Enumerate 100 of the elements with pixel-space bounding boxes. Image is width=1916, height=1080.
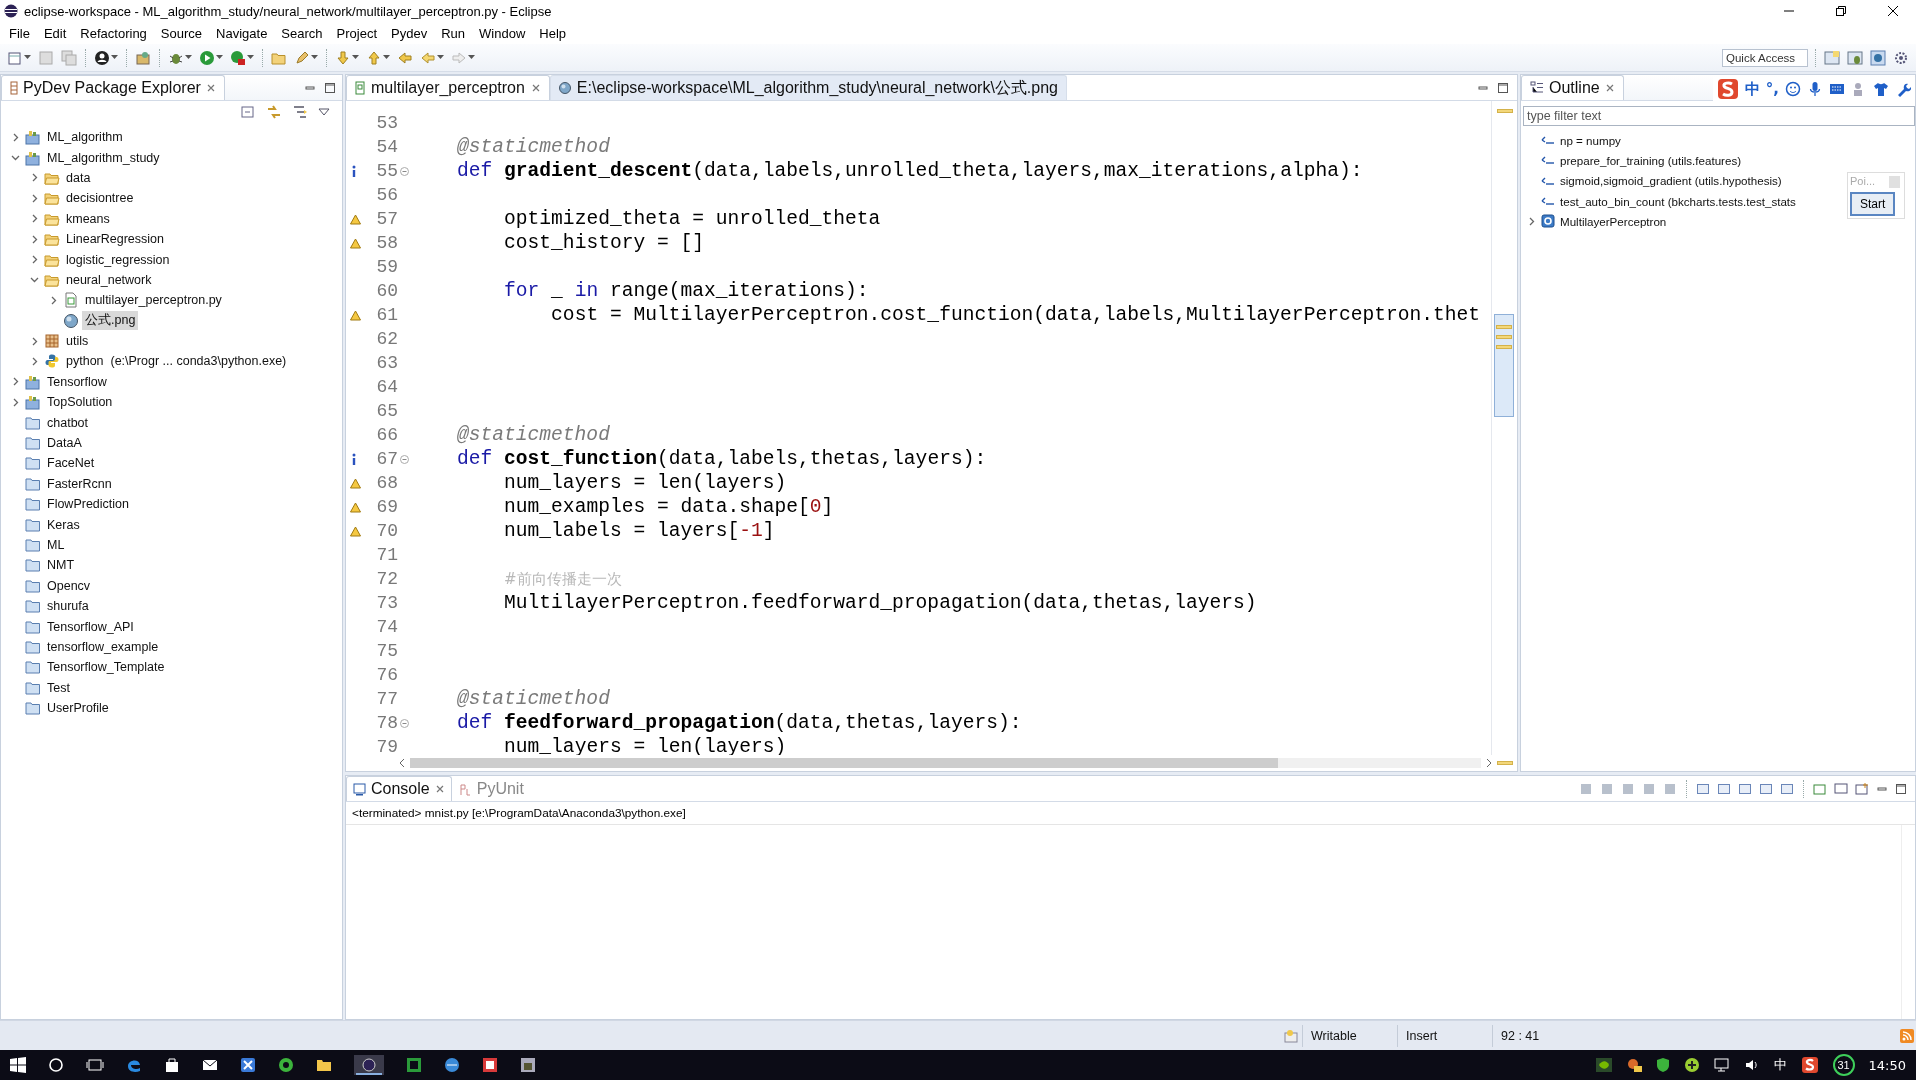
tree-item[interactable]: LinearRegression	[63, 231, 167, 248]
scroll-thumb[interactable]	[1494, 314, 1514, 417]
chevron-right-icon[interactable]	[49, 295, 58, 305]
tree-item[interactable]: logistic_regression	[63, 251, 173, 268]
chevron-right-icon[interactable]	[30, 193, 39, 203]
link-icon[interactable]	[266, 104, 282, 120]
tree-item[interactable]: FaceNet	[44, 455, 98, 472]
maximize-icon[interactable]	[1895, 782, 1907, 795]
tree-item[interactable]: Tensorflow	[44, 373, 110, 390]
tree-item[interactable]: chatbot	[44, 414, 91, 431]
windows-icon[interactable]	[10, 1057, 26, 1073]
chevron-down-icon[interactable]	[11, 153, 20, 163]
outline-item[interactable]: np = numpy	[1560, 133, 1621, 147]
outline-item[interactable]: sigmoid,sigmoid_gradient (utils.hypothesis)	[1560, 174, 1782, 188]
tree-item[interactable]: TopSolution	[44, 394, 116, 411]
chat-icon[interactable]	[1625, 1057, 1642, 1073]
fold-icon[interactable]	[399, 718, 409, 728]
tree-item[interactable]: utils	[63, 333, 92, 350]
app-icon[interactable]	[482, 1057, 498, 1073]
chevron-right-icon[interactable]	[30, 234, 39, 244]
tree-item[interactable]: UserProfile	[44, 700, 112, 717]
tree-item[interactable]: python (e:\Progr ... conda3\python.exe)	[63, 353, 290, 370]
tree-item[interactable]: Tensorflow_API	[44, 618, 137, 635]
editor-tab[interactable]: E:\eclipse-workspace\ML_algorithm_study\neural_network\公式.png	[549, 75, 1067, 100]
terminal-icon[interactable]	[406, 1057, 422, 1073]
chevron-right-icon[interactable]	[30, 255, 39, 265]
tree-item[interactable]: 公式.png	[82, 311, 139, 331]
chevron-right-icon[interactable]	[30, 357, 39, 366]
eclipse-icon[interactable]	[354, 1055, 384, 1075]
tree-item[interactable]: Opencv	[44, 577, 94, 594]
network-icon[interactable]	[1713, 1057, 1730, 1073]
console-tab[interactable]: Console	[346, 776, 452, 801]
menu-item[interactable]: Refactoring	[73, 25, 154, 41]
tree-item[interactable]: kmeans	[63, 210, 113, 227]
tree-item[interactable]: DataA	[44, 435, 85, 452]
chat-icon[interactable]	[278, 1057, 294, 1073]
chevron-down-icon[interactable]	[30, 275, 39, 285]
folder-icon[interactable]	[316, 1057, 332, 1073]
tree-item[interactable]: Tensorflow_Template	[44, 659, 168, 676]
tree-item[interactable]: decisiontree	[63, 190, 137, 207]
chevron-right-icon[interactable]	[30, 214, 39, 224]
menu-item[interactable]: Source	[153, 25, 210, 41]
plus-icon[interactable]	[1683, 1057, 1700, 1073]
tree-item[interactable]: NMT	[44, 557, 78, 574]
tree-item[interactable]: ML_algorithm	[44, 129, 126, 146]
outline-item[interactable]: MultilayerPerceptron	[1560, 214, 1667, 228]
volume-icon[interactable]	[1743, 1057, 1760, 1073]
maximize-icon[interactable]	[324, 81, 336, 94]
chevron-right-icon[interactable]	[11, 397, 20, 407]
tree-item[interactable]: ML_algorithm_study	[44, 149, 163, 166]
app-icon[interactable]	[520, 1057, 536, 1073]
new-console-icon[interactable]	[1855, 781, 1869, 796]
menu-item[interactable]: Pydev	[384, 25, 435, 41]
word-wrap-icon[interactable]	[1738, 781, 1752, 796]
scroll-lock-icon[interactable]	[1696, 781, 1710, 796]
close-icon[interactable]	[434, 784, 445, 794]
python-perspective-icon[interactable]	[1869, 47, 1887, 68]
store-icon[interactable]	[164, 1057, 180, 1073]
tree-item[interactable]: shurufa	[44, 598, 92, 615]
outline-item[interactable]: test_auto_bin_count (bkcharts.tests.test_stats	[1560, 194, 1796, 208]
close-icon[interactable]	[205, 83, 216, 93]
menu-item[interactable]: File	[2, 25, 37, 41]
outline-item[interactable]: prepare_for_training (utils.features)	[1560, 153, 1742, 167]
quick-access-field[interactable]: Quick Access	[1722, 48, 1808, 67]
search-icon[interactable]	[48, 1057, 64, 1073]
app-icon[interactable]	[240, 1057, 256, 1073]
tree-item[interactable]: neural_network	[63, 271, 155, 288]
pin-icon[interactable]	[1717, 781, 1731, 796]
chevron-right-icon[interactable]	[1527, 216, 1536, 226]
show-error-icon[interactable]	[1780, 781, 1794, 796]
filter-icon[interactable]	[292, 104, 308, 120]
menu-item[interactable]: Window	[472, 25, 533, 41]
show-output-icon[interactable]	[1759, 781, 1773, 796]
chevron-right-icon[interactable]	[11, 377, 20, 387]
maximize-icon[interactable]	[1497, 81, 1509, 94]
scroll-right-icon[interactable]	[1485, 758, 1493, 768]
menu-item[interactable]: Run	[434, 25, 473, 41]
browser-icon[interactable]	[444, 1057, 460, 1073]
logo-icon[interactable]	[1800, 1056, 1819, 1074]
menu-item[interactable]: Edit	[36, 25, 74, 41]
fold-icon[interactable]	[399, 166, 409, 176]
input-method-indicator[interactable]: 中	[1773, 1056, 1787, 1074]
menu-item[interactable]: Search	[274, 25, 330, 41]
menu-item[interactable]: Help	[532, 25, 574, 41]
console-tab[interactable]: PyUnit	[451, 776, 531, 801]
tree-item[interactable]: tensorflow_example	[44, 638, 162, 655]
tree-item[interactable]: Keras	[44, 516, 83, 533]
fold-icon[interactable]	[399, 454, 409, 464]
menu-item[interactable]: Navigate	[209, 25, 275, 41]
scroll-left-icon[interactable]	[398, 758, 406, 768]
chevron-right-icon[interactable]	[30, 173, 39, 183]
tree-item[interactable]: FlowPrediction	[44, 496, 132, 513]
editor-tab[interactable]: multilayer_perceptron	[346, 75, 550, 100]
filter-field[interactable]: type filter text	[1523, 106, 1915, 126]
tree-item[interactable]: Test	[44, 679, 73, 696]
tree-item[interactable]: FasterRcnn	[44, 475, 115, 492]
chevron-right-icon[interactable]	[30, 336, 39, 346]
chevron-right-icon[interactable]	[11, 132, 20, 142]
scroll-thumb[interactable]	[410, 758, 1278, 768]
notification-badge[interactable]: 31	[1832, 1054, 1855, 1076]
